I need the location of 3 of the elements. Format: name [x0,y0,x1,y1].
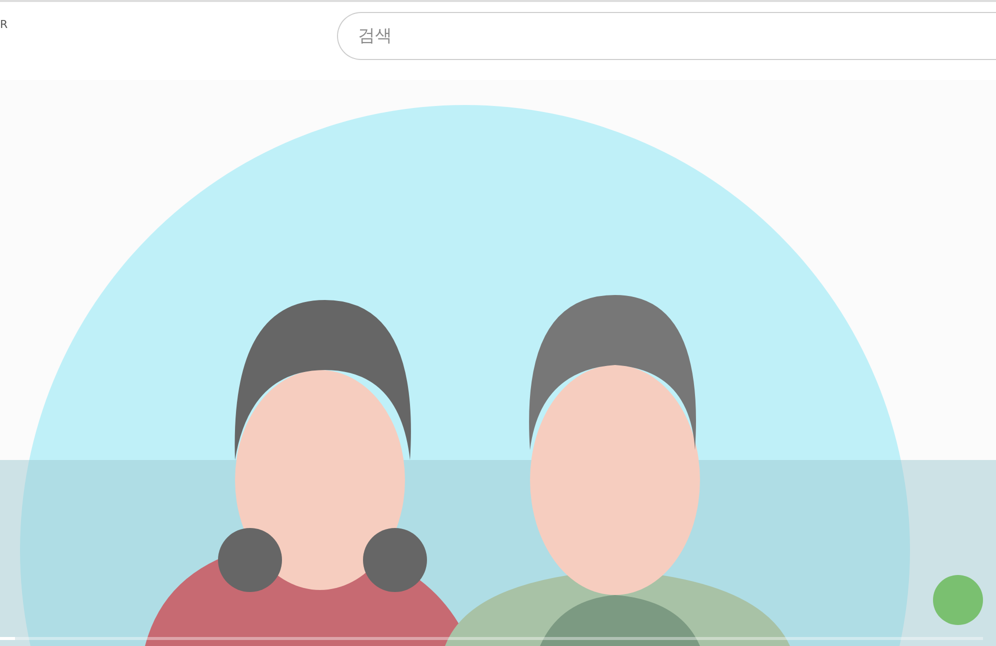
logo-text: R [0,18,9,31]
search-field[interactable]: 검색 [337,12,996,60]
progress-bar[interactable] [0,637,983,640]
